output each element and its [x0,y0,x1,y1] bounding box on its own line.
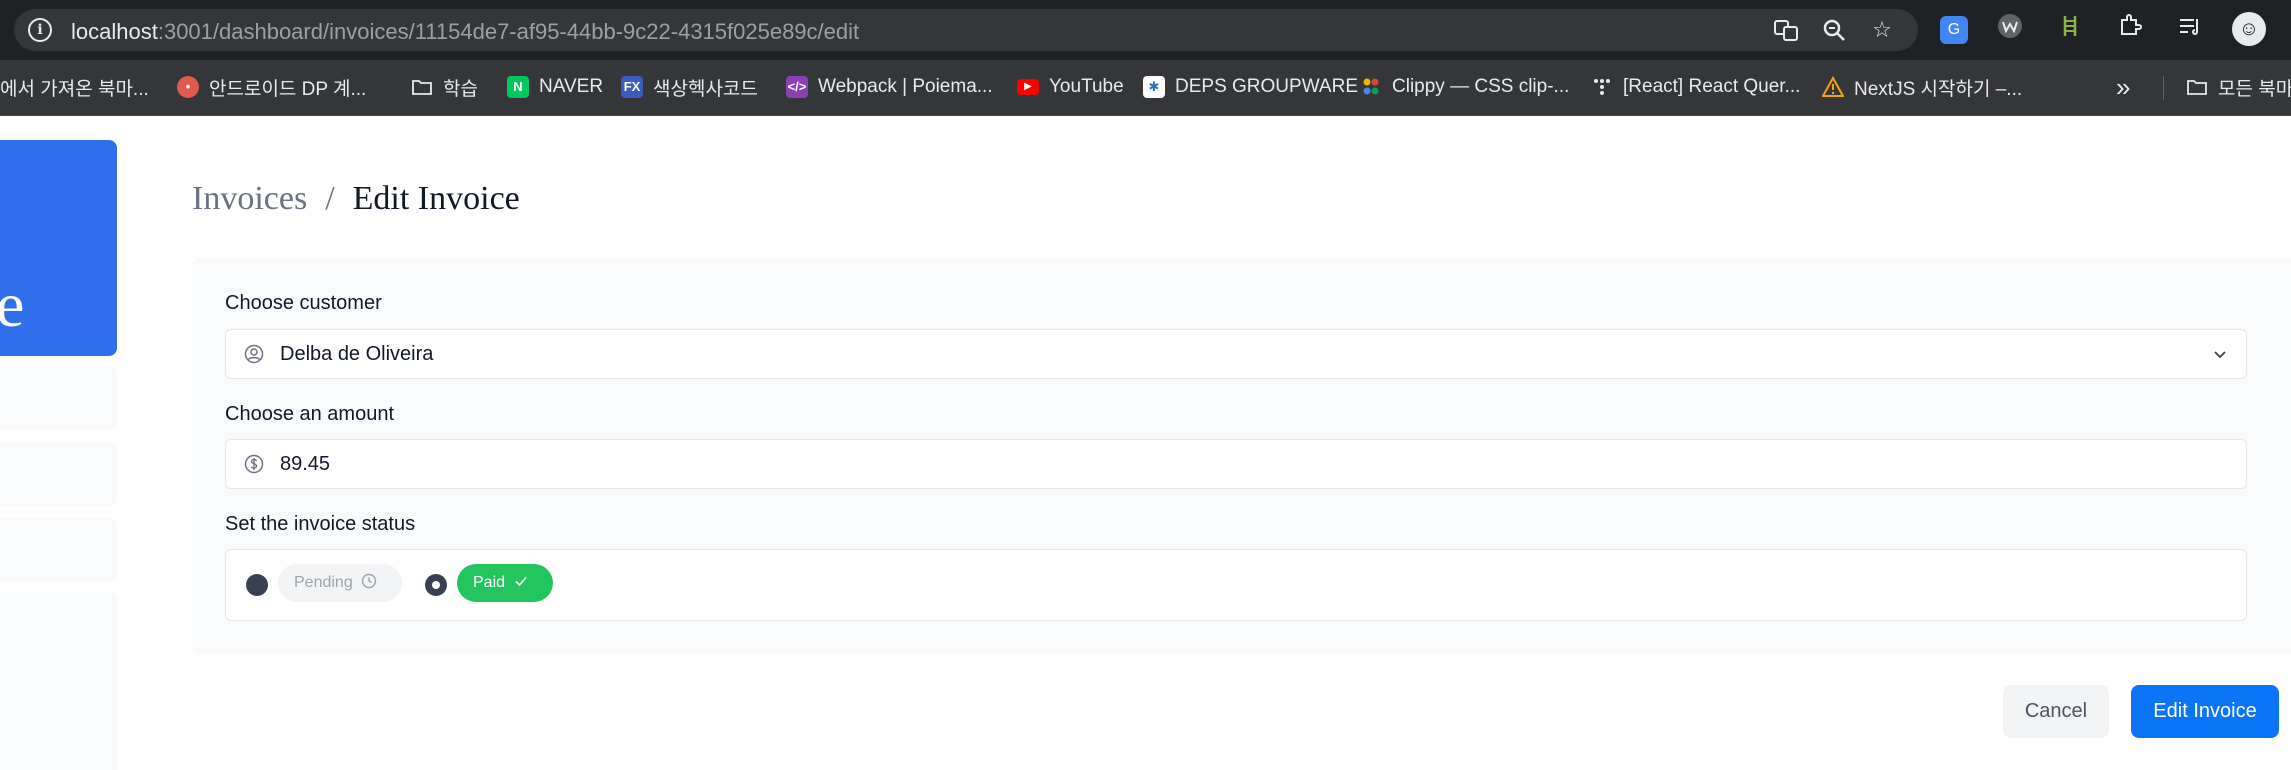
bookmark-label: 학습 [443,78,478,100]
customer-selected-value: Delba de Oliveira [280,343,434,365]
android-icon: • [177,76,199,98]
warning-icon [1821,75,1845,98]
bookmark-label: Webpack | Poiema... [818,76,993,97]
sidebar-nav-item[interactable] [0,442,117,506]
bookmark-label: 색상헥사코드 [653,78,758,100]
bookmark-hex-color[interactable]: FX 색상헥사코드 [621,71,758,103]
amount-input[interactable]: 89.45 [225,439,2247,489]
bookmark-webpack[interactable]: </> Webpack | Poiema... [786,71,993,103]
extensions-area: G ☺ [1940,12,2266,48]
status-label: Set the invoice status [225,513,416,535]
bookmark-youtube[interactable]: ▶ YouTube [1017,71,1124,103]
bookmark-label: 안드로이드 DP 계... [209,78,367,100]
browser-toolbar: i localhost:3001/dashboard/invoices/1115… [0,0,2291,60]
dollar-circle-icon [244,454,264,474]
customer-select[interactable]: Delba de Oliveira [225,329,2247,379]
bookmark-label: YouTube [1049,76,1124,97]
address-bar-actions: ☆ [1772,16,1896,44]
paid-radio[interactable] [425,574,447,596]
customer-label: Choose customer [225,292,382,314]
bookmark-nextjs[interactable]: NextJS 시작하기 –... [1821,71,2023,103]
zoom-icon[interactable] [1820,16,1848,44]
breadcrumb-separator: / [325,180,335,217]
status-radio-group: Pending Paid [225,549,2247,621]
ladder-extension-icon[interactable] [2052,12,2088,48]
fx-icon: FX [621,76,643,98]
amount-label: Choose an amount [225,403,395,425]
extensions-puzzle-icon[interactable] [2112,12,2148,48]
edit-invoice-form: Choose customer Delba de Oliveira Choose… [192,258,2291,653]
folder-icon [2186,76,2208,98]
bookmark-deps[interactable]: ✱ DEPS GROUPWARE [1143,71,1358,103]
translate-page-icon[interactable] [1772,16,1800,44]
google-translate-extension-icon[interactable]: G [1940,16,1968,44]
url-host: localhost [71,19,158,44]
address-bar[interactable]: i localhost:3001/dashboard/invoices/1115… [14,9,1918,51]
site-info-icon[interactable]: i [28,18,52,42]
youtube-icon: ▶ [1017,79,1039,95]
breadcrumb-invoices-link[interactable]: Invoices [192,180,307,217]
bookmark-label: 에서 가져온 북마... [0,78,149,100]
bookmark-react-query[interactable]: [React] React Quer... [1591,71,1800,103]
sidebar-nav-item[interactable] [0,366,117,430]
cancel-button[interactable]: Cancel [2003,685,2109,738]
bookmark-label: DEPS GROUPWARE [1175,76,1358,97]
bookmark-all-folder[interactable]: 모든 북마 [2186,71,2291,103]
breadcrumb-current[interactable]: Edit Invoice [353,180,520,217]
check-icon [513,573,529,594]
bookmark-android[interactable]: • 안드로이드 DP 계... [177,71,366,103]
paid-text: Paid [473,574,506,591]
bookmark-star-icon[interactable]: ☆ [1868,16,1896,44]
w-extension-icon[interactable] [1992,12,2028,48]
bookmark-label: Clippy — CSS clip-... [1392,76,1570,97]
dots-icon [1591,76,1613,98]
pending-radio[interactable] [246,574,268,596]
paid-option-label[interactable]: Paid [457,564,553,602]
code-icon: </> [786,76,808,98]
sidebar-spacer [0,592,117,770]
bookmark-label: NAVER [539,76,604,97]
bookmark-clippy[interactable]: Clippy — CSS clip-... [1360,71,1569,103]
bookmark-label: [React] React Quer... [1623,76,1801,97]
clippy-icon [1360,76,1382,98]
amount-value: 89.45 [280,453,331,475]
naver-icon: N [507,76,529,98]
user-circle-icon [244,344,264,364]
sidebar-logo[interactable]: e [0,140,117,356]
bookmarks-bar: 에서 가져온 북마... • 안드로이드 DP 계... 학습 N NAVER … [0,60,2291,116]
url-path: :3001/dashboard/invoices/11154de7-af95-4… [157,19,860,44]
bookmark-imported[interactable]: 에서 가져온 북마... [0,71,149,103]
pending-text: Pending [294,574,353,591]
folder-icon [411,76,433,98]
deps-icon: ✱ [1143,76,1165,98]
logo-text: e [0,269,25,340]
bookmark-naver[interactable]: N NAVER [507,71,603,103]
bookmark-label: 모든 북마 [2218,78,2291,100]
pending-option-label[interactable]: Pending [278,564,402,602]
bookmarks-divider [2163,76,2164,100]
reading-list-icon[interactable] [2172,12,2208,48]
profile-avatar-icon[interactable]: ☺ [2232,12,2266,46]
clock-icon [361,573,377,594]
sidebar-nav-item[interactable] [0,518,117,582]
more-bookmarks-button[interactable]: » [2116,72,2130,102]
url-text[interactable]: localhost:3001/dashboard/invoices/11154d… [71,19,859,45]
bookmark-label: NextJS 시작하기 –... [1854,78,2023,100]
edit-invoice-button[interactable]: Edit Invoice [2131,685,2279,738]
breadcrumb: Invoices / Edit Invoice [192,180,520,218]
chevron-down-icon [2210,344,2230,364]
bookmark-folder-study[interactable]: 학습 [411,71,478,103]
